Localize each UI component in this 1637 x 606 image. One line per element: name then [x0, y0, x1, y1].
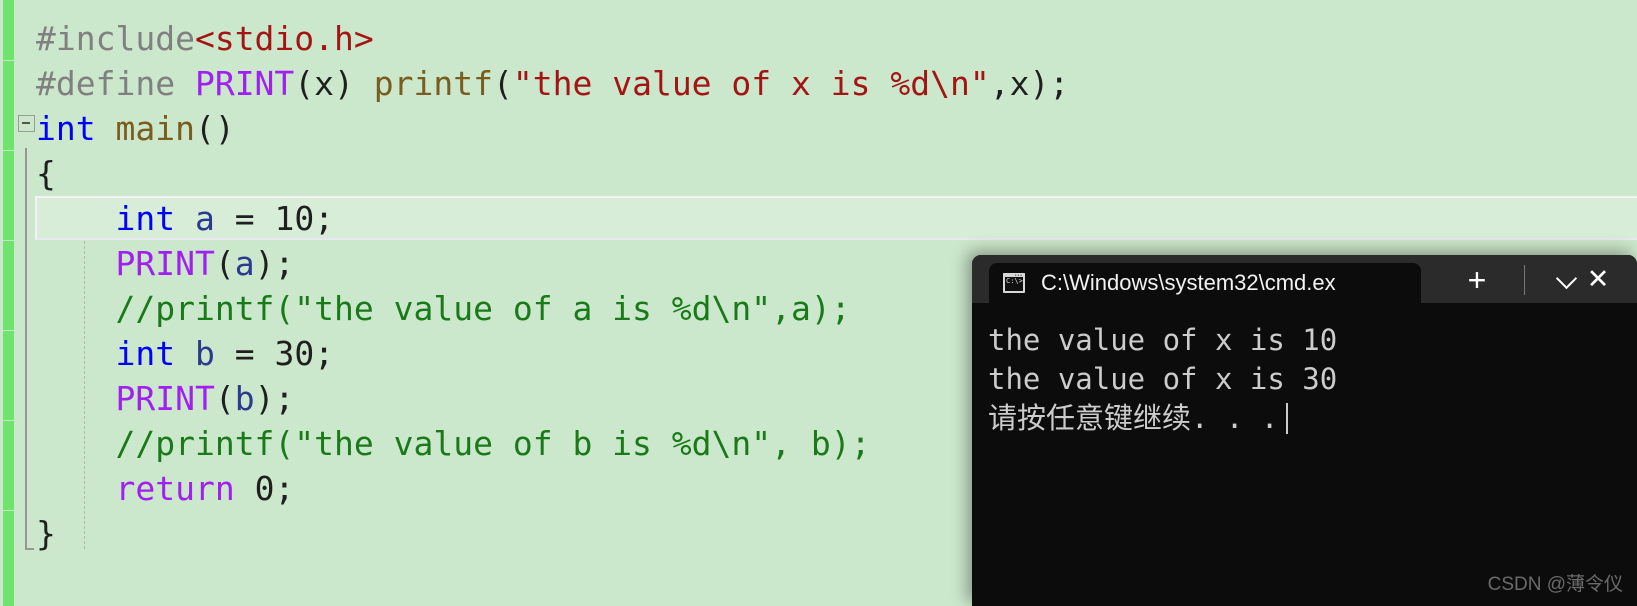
code-token-plain: ( [493, 64, 513, 103]
terminal-output-line: 请按任意键继续. . . [988, 399, 1637, 438]
code-token-string: "the value of x is %d\n" [512, 64, 990, 103]
code-token-plain: 0; [234, 469, 295, 508]
code-token-plain: (x) [294, 64, 374, 103]
code-line[interactable]: { [0, 151, 1637, 196]
terminal-window[interactable]: ••• C:\> C:\Windows\system32\cmd.ex ✕ + … [972, 255, 1637, 606]
new-tab-icon[interactable]: + [1458, 262, 1496, 300]
code-token-plain: ( [214, 379, 235, 418]
code-token-plain: ( [214, 244, 235, 283]
code-token-variable: a [194, 199, 215, 238]
terminal-output-text: the value of x is 10 [988, 323, 1338, 357]
code-token-macro: PRINT [115, 379, 215, 418]
terminal-tab-title: C:\Windows\system32\cmd.ex [1041, 270, 1336, 295]
cmd-prompt-icon: ••• C:\> [1003, 273, 1025, 293]
code-token-plain: ); [254, 244, 295, 283]
code-token-keyword: int [115, 199, 176, 238]
code-token-function: printf [373, 64, 493, 103]
code-token-comment: //printf("the value of b is %d\n", b); [115, 424, 871, 463]
terminal-titlebar[interactable]: ••• C:\> C:\Windows\system32\cmd.ex ✕ + [972, 255, 1637, 303]
code-token-preprocessor: #define [36, 64, 176, 103]
code-token-macro: PRINT [115, 244, 215, 283]
code-line[interactable]: #include<stdio.h> [0, 16, 1637, 61]
chevron-down-icon[interactable] [1547, 263, 1585, 301]
code-token-plain: ,x); [989, 64, 1070, 103]
cmd-icon-text: C:\> [1005, 277, 1023, 291]
code-token-plain: () [194, 109, 235, 148]
code-line[interactable]: int a = 10; [0, 196, 1637, 241]
code-token-keyword: int [115, 334, 176, 373]
code-token-keyword: int [36, 109, 96, 148]
terminal-output-line: the value of x is 30 [988, 360, 1637, 399]
code-token-comment: //printf("the value of a is %d\n",a); [115, 289, 851, 328]
code-token-preprocessor: #include [36, 19, 195, 58]
titlebar-separator [1524, 265, 1525, 295]
code-token-plain: { [36, 154, 56, 193]
code-token-variable: a [234, 244, 255, 283]
code-token-return: return [115, 469, 235, 508]
close-icon[interactable]: ✕ [1581, 262, 1615, 296]
terminal-output[interactable]: the value of x is 10 the value of x is 30… [972, 303, 1637, 606]
code-token-plain: ); [254, 379, 295, 418]
code-line[interactable]: #define PRINT(x) printf("the value of x … [0, 61, 1637, 106]
terminal-cursor [1286, 403, 1289, 434]
screenshot-root: #include<stdio.h> #define PRINT(x) printf… [0, 0, 1637, 606]
terminal-output-line: the value of x is 10 [988, 321, 1637, 360]
code-token-plain: } [36, 514, 56, 553]
code-token-variable: b [194, 334, 215, 373]
code-token-plain: = 30; [214, 334, 335, 373]
terminal-output-text: the value of x is 30 [988, 362, 1338, 396]
code-token-macro: PRINT [194, 64, 295, 103]
terminal-output-text: 请按任意键继续. . . [988, 401, 1279, 435]
code-token-variable: b [234, 379, 255, 418]
code-token-plain: = 10; [214, 199, 335, 238]
watermark: CSDN @薄令仪 [1487, 574, 1623, 595]
code-line[interactable]: int main() [0, 106, 1637, 151]
terminal-tab[interactable]: ••• C:\> C:\Windows\system32\cmd.ex [989, 263, 1421, 303]
code-token-function: main [115, 109, 195, 148]
code-token-header: <stdio.h> [194, 19, 374, 58]
